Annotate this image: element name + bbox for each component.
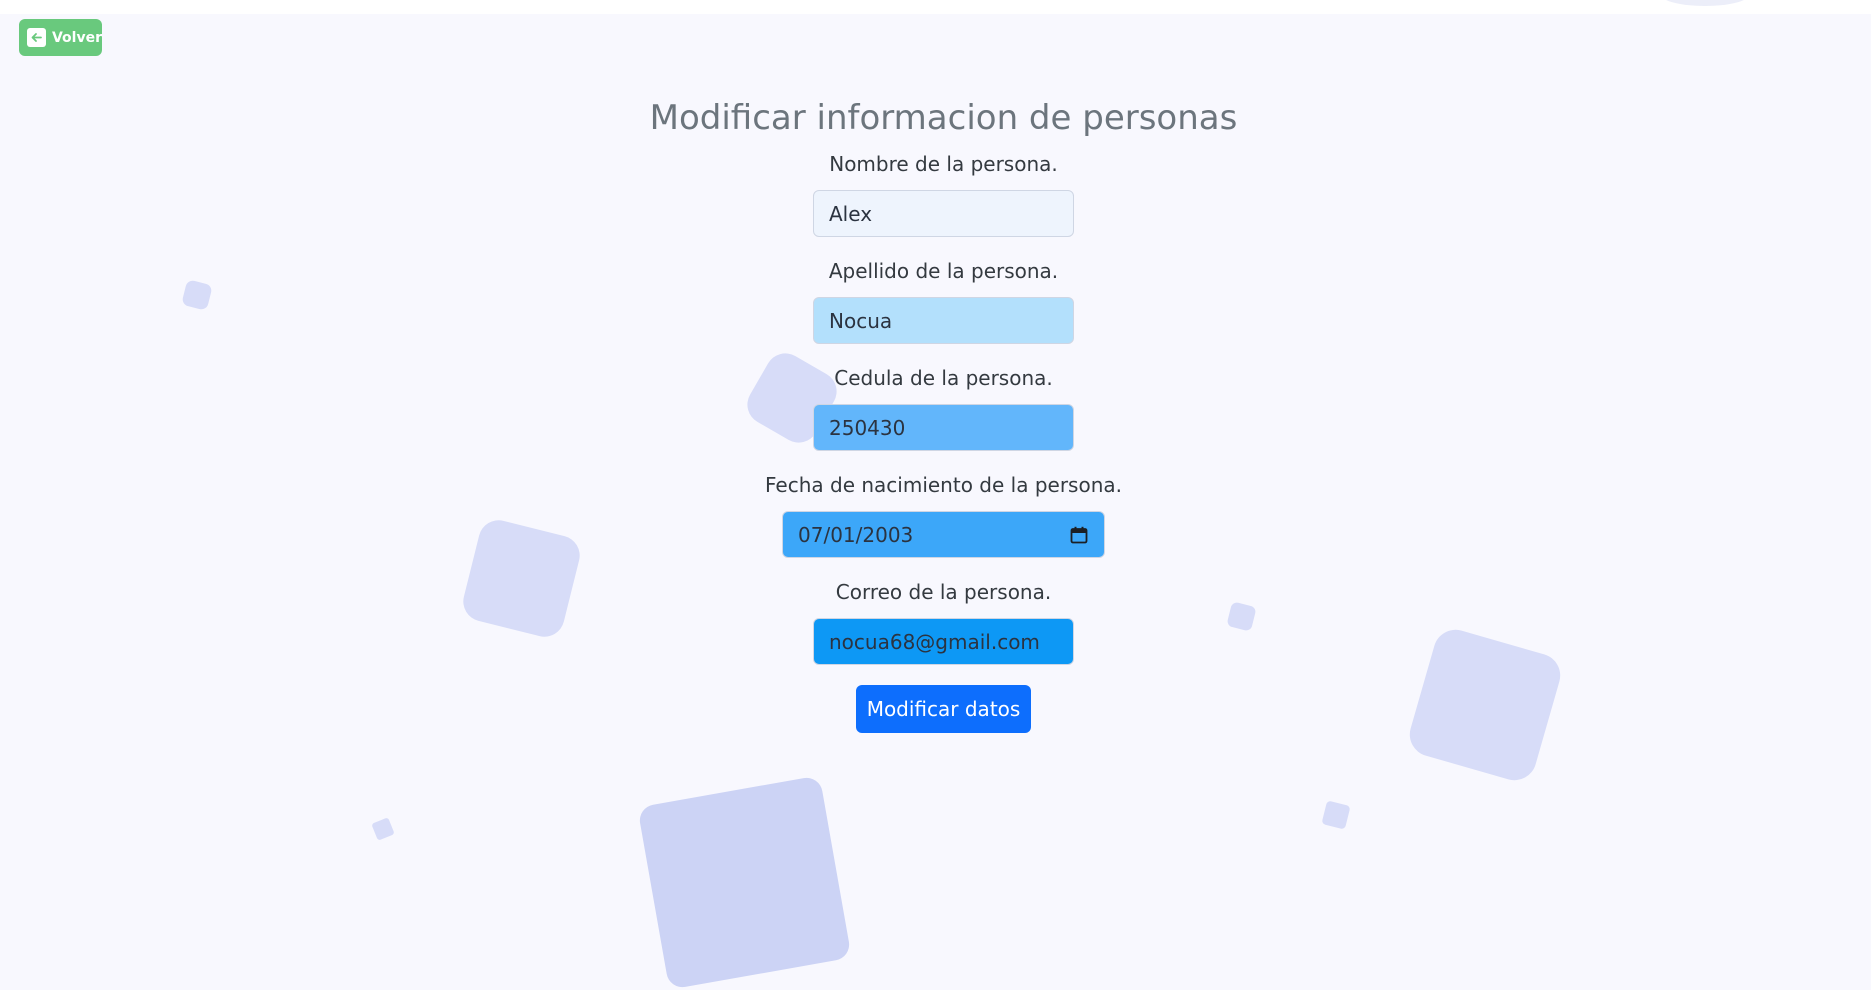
back-button[interactable]: Volver (19, 19, 102, 56)
nombre-field[interactable] (813, 190, 1074, 237)
decorative-blob (1660, 0, 1750, 6)
calendar-icon[interactable] (1070, 526, 1088, 544)
page-title: Modificar informacion de personas (649, 98, 1238, 138)
decorative-square (637, 775, 852, 990)
arrow-left-icon (27, 28, 46, 47)
decorative-square (371, 817, 395, 841)
modificar-datos-button[interactable]: Modificar datos (856, 685, 1031, 733)
back-label: Volver (51, 29, 102, 46)
decorative-square (1404, 624, 1566, 786)
top-bar (0, 0, 1871, 14)
fecha-label: Fecha de nacimiento de la persona. (765, 473, 1122, 497)
cedula-label: Cedula de la persona. (834, 366, 1053, 390)
fecha-value: 07/01/2003 (798, 522, 914, 547)
apellido-field[interactable] (813, 297, 1074, 344)
correo-field[interactable] (813, 618, 1074, 665)
apellido-label: Apellido de la persona. (828, 259, 1059, 283)
decorative-square (1321, 800, 1351, 830)
nombre-label: Nombre de la persona. (829, 152, 1058, 176)
cedula-field[interactable] (813, 404, 1074, 451)
correo-label: Correo de la persona. (835, 580, 1052, 604)
fecha-nacimiento-field[interactable]: 07/01/2003 (782, 511, 1105, 558)
